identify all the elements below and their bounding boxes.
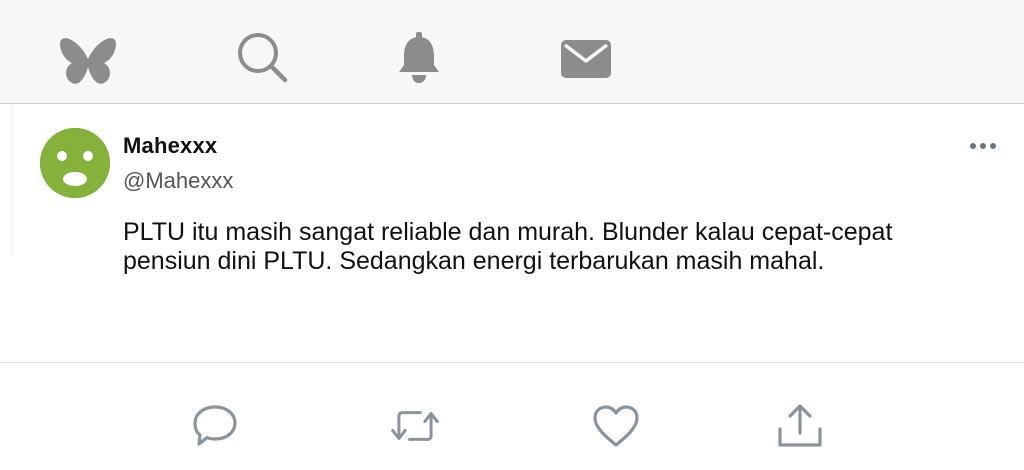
display-name[interactable]: Mahexxx — [123, 133, 217, 159]
like-icon — [593, 405, 639, 447]
top-nav-bar — [0, 0, 1024, 104]
butterfly-icon[interactable] — [56, 34, 120, 88]
reply-icon — [193, 405, 237, 446]
thread-line — [12, 104, 13, 256]
like-button[interactable] — [591, 401, 641, 451]
repost-button[interactable] — [390, 401, 440, 451]
reply-button[interactable] — [190, 401, 240, 451]
search-icon[interactable] — [232, 28, 292, 88]
face-icon — [40, 128, 110, 198]
post-action-bar — [0, 363, 1024, 470]
repost-icon — [391, 411, 439, 441]
share-icon — [778, 404, 822, 447]
user-handle[interactable]: @Mahexxx — [123, 168, 233, 194]
post-text: PLTU itu masih sangat reliable dan murah… — [123, 218, 893, 275]
mail-icon[interactable] — [556, 36, 616, 82]
post-card: Mahexxx @Mahexxx PLTU itu masih sangat r… — [0, 104, 1024, 362]
bell-icon[interactable] — [392, 30, 446, 86]
more-dots-icon — [970, 143, 996, 149]
more-options-button[interactable] — [966, 134, 1000, 158]
avatar[interactable] — [40, 128, 110, 198]
share-button[interactable] — [775, 401, 825, 451]
